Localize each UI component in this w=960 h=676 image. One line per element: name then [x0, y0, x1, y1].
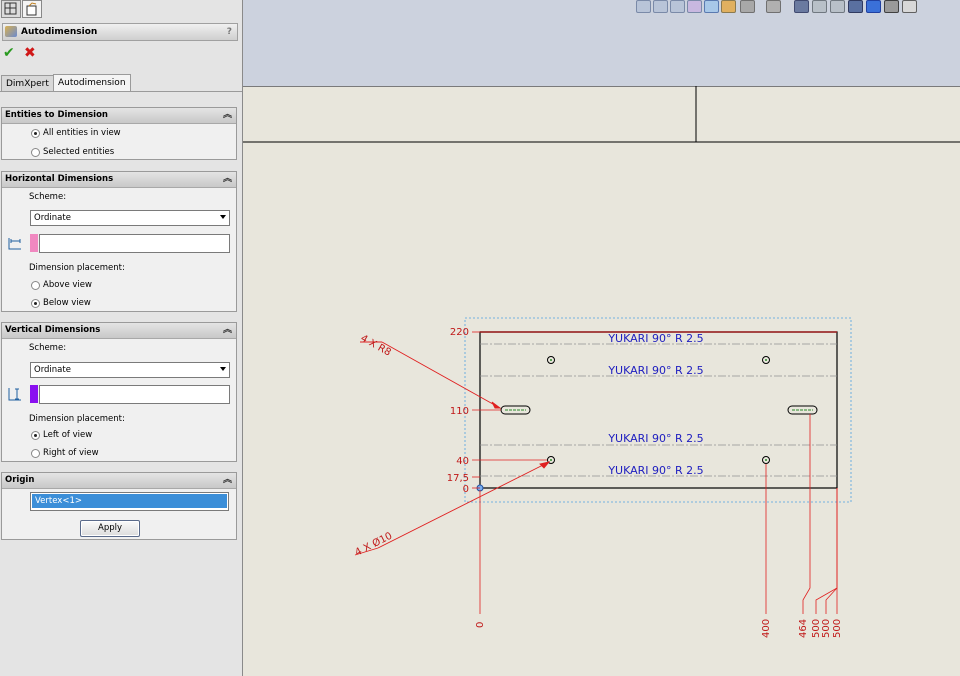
- below-view-label: Below view: [43, 298, 91, 308]
- chevron-down-icon: [220, 215, 226, 219]
- hole[interactable]: [762, 456, 770, 464]
- property-manager-panel: Autodimension ? ✔ ✖ DimXpert Autodimensi…: [0, 0, 243, 676]
- horizontal-baseline-icon: [7, 235, 23, 254]
- origin-group: Origin ︽ Vertex<1> Apply: [1, 472, 237, 540]
- collapse-icon[interactable]: ︽: [223, 108, 232, 123]
- entities-group: Entities to Dimension ︽ All entities in v…: [1, 107, 237, 160]
- right-of-view-label: Right of view: [43, 448, 99, 458]
- horizontal-edge-field[interactable]: [39, 234, 230, 253]
- horizontal-ordinate-label[interactable]: 464: [798, 619, 809, 638]
- autodimension-icon: [5, 26, 17, 37]
- vertical-ordinate-label[interactable]: 0: [463, 484, 469, 495]
- help-icon[interactable]: ?: [227, 24, 232, 40]
- bend-note[interactable]: YUKARI 90° R 2.5: [607, 432, 703, 445]
- all-entities-radio[interactable]: [31, 129, 40, 138]
- ok-icon[interactable]: ✔: [3, 46, 15, 60]
- above-view-label: Above view: [43, 280, 92, 290]
- selected-entities-radio[interactable]: [31, 148, 40, 157]
- horizontal-scheme-label: Scheme:: [29, 192, 67, 202]
- vertical-ordinate-label[interactable]: 17,5: [447, 473, 469, 484]
- right-of-view-radio[interactable]: [31, 449, 40, 458]
- left-of-view-label: Left of view: [43, 430, 93, 440]
- collapse-icon[interactable]: ︽: [223, 323, 232, 338]
- bend-note[interactable]: YUKARI 90° R 2.5: [607, 364, 703, 377]
- bend-note[interactable]: YUKARI 90° R 2.5: [607, 464, 703, 477]
- left-of-view-radio[interactable]: [31, 431, 40, 440]
- hole-callout-label[interactable]: 4 X Ø10: [353, 530, 394, 559]
- origin-vertex-item[interactable]: Vertex<1>: [32, 494, 227, 508]
- vertical-scheme-select[interactable]: Ordinate: [30, 362, 230, 378]
- all-entities-label: All entities in view: [43, 128, 121, 138]
- vertical-color-swatch: [30, 385, 38, 403]
- vertical-ordinate-label[interactable]: 40: [456, 456, 469, 467]
- horizontal-ordinate-label[interactable]: 0: [475, 622, 486, 628]
- tab-dimxpert[interactable]: DimXpert: [1, 75, 54, 92]
- vertical-scheme-label: Scheme:: [29, 343, 67, 353]
- vertical-placement-label: Dimension placement:: [29, 414, 125, 424]
- slot[interactable]: [787, 405, 818, 415]
- cancel-icon[interactable]: ✖: [24, 46, 36, 60]
- property-manager-title: Autodimension ?: [2, 23, 238, 41]
- horizontal-scheme-select[interactable]: Ordinate: [30, 210, 230, 226]
- vertical-dimensions-group: Vertical Dimensions ︽ Scheme: Ordinate Di…: [1, 322, 237, 462]
- horizontal-group-header[interactable]: Horizontal Dimensions ︽: [2, 172, 236, 188]
- collapse-icon[interactable]: ︽: [223, 473, 232, 488]
- bend-note[interactable]: YUKARI 90° R 2.5: [607, 332, 703, 345]
- apply-button[interactable]: Apply: [80, 520, 140, 537]
- origin-selection-box[interactable]: Vertex<1>: [30, 492, 229, 511]
- slot-callout-label[interactable]: 4 X R8: [359, 333, 393, 359]
- vertical-ordinate-label[interactable]: 110: [450, 406, 469, 417]
- collapse-icon[interactable]: ︽: [223, 172, 232, 187]
- tab-autodimension[interactable]: Autodimension: [53, 74, 131, 92]
- above-view-radio[interactable]: [31, 281, 40, 290]
- origin-group-header[interactable]: Origin ︽: [2, 473, 236, 489]
- horizontal-ordinate-label[interactable]: 500: [821, 619, 832, 638]
- entities-group-header[interactable]: Entities to Dimension ︽: [2, 108, 236, 124]
- vertical-ordinate-label[interactable]: 220: [450, 327, 469, 338]
- vertical-edge-field[interactable]: [39, 385, 230, 404]
- below-view-radio[interactable]: [31, 299, 40, 308]
- vertical-group-header[interactable]: Vertical Dimensions ︽: [2, 323, 236, 339]
- property-manager-tab-icon[interactable]: [22, 0, 42, 18]
- horizontal-placement-label: Dimension placement:: [29, 263, 125, 273]
- slot[interactable]: [500, 405, 531, 415]
- horizontal-ordinate-label[interactable]: 400: [761, 619, 772, 638]
- tab-divider: [0, 91, 242, 92]
- feature-manager-tab-icon[interactable]: [1, 0, 21, 18]
- hole[interactable]: [547, 356, 555, 364]
- drawing-sheet: YUKARI 90° R 2.5 YUKARI 90° R 2.5 YUKARI…: [243, 86, 960, 638]
- horizontal-dimensions-group: Horizontal Dimensions ︽ Scheme: Ordinate …: [1, 171, 237, 312]
- chevron-down-icon: [220, 367, 226, 371]
- vertical-baseline-icon: [7, 386, 23, 405]
- horizontal-ordinate-label[interactable]: 500: [832, 619, 843, 638]
- horizontal-color-swatch: [30, 234, 38, 252]
- graphics-area[interactable]: YUKARI 90° R 2.5 YUKARI 90° R 2.5 YUKARI…: [243, 0, 960, 676]
- selected-entities-label: Selected entities: [43, 147, 115, 157]
- hole[interactable]: [762, 356, 770, 364]
